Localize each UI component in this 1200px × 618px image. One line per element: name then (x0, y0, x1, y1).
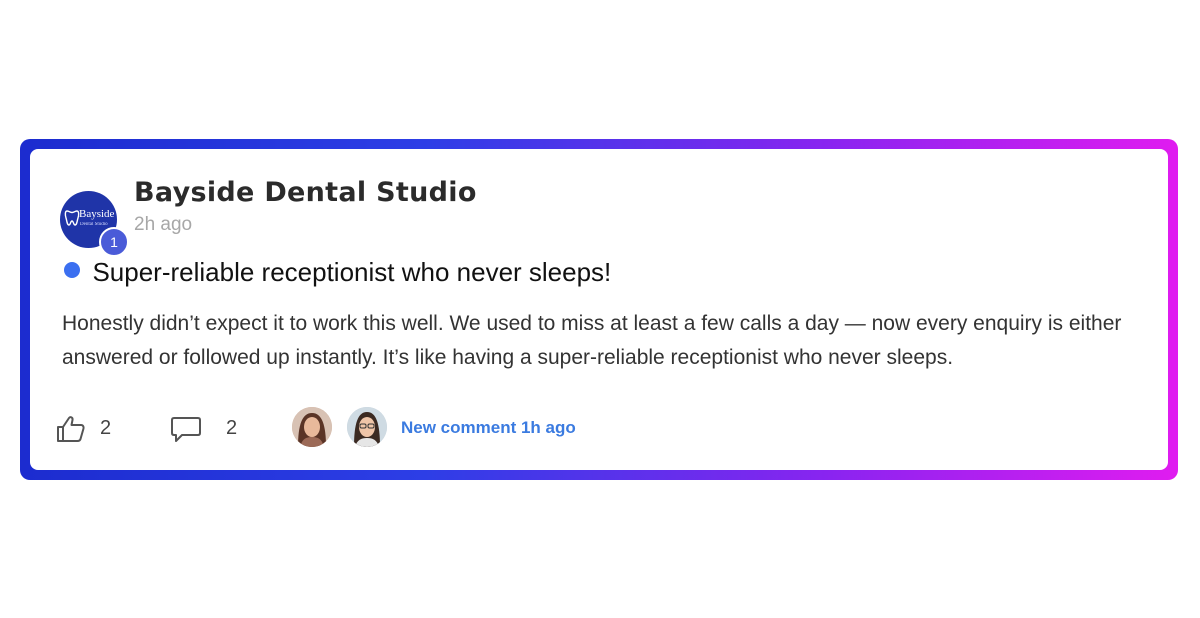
author-avatar[interactable]: Bayside Dental Studio 1 (60, 191, 129, 257)
like-count: 2 (100, 417, 112, 439)
tooth-icon (64, 210, 80, 226)
comment-count: 2 (226, 417, 238, 439)
person-avatar-icon (347, 407, 387, 447)
post-card[interactable]: Bayside Dental Studio 1 Bayside Dental S… (30, 149, 1168, 470)
avatar-logo-subtext: Dental Studio (80, 222, 108, 227)
new-comment-link[interactable]: New comment 1h ago (401, 418, 576, 438)
author-name[interactable]: Bayside Dental Studio (134, 177, 477, 208)
post-timestamp: 2h ago (134, 214, 193, 235)
post-header: Bayside Dental Studio 1 Bayside Dental S… (60, 177, 760, 257)
thumbs-up-icon (57, 416, 85, 442)
commenter-avatar[interactable] (292, 407, 332, 447)
post-title[interactable]: Super-reliable receptionist who never sl… (92, 257, 611, 288)
post-actions: 2 2 New comment 1h ago (56, 407, 756, 451)
post-body: Honestly didn’t expect it to work this w… (62, 312, 1122, 369)
person-avatar-icon (292, 407, 332, 447)
avatar-logo-text: Bayside (79, 208, 115, 220)
speech-bubble-icon (171, 417, 201, 442)
post-title-row: Super-reliable receptionist who never sl… (64, 257, 611, 293)
commenter-avatar[interactable] (347, 407, 387, 447)
card-gradient-frame: Bayside Dental Studio 1 Bayside Dental S… (20, 139, 1178, 480)
unread-dot-icon (64, 261, 80, 278)
notification-badge: 1 (99, 227, 129, 257)
